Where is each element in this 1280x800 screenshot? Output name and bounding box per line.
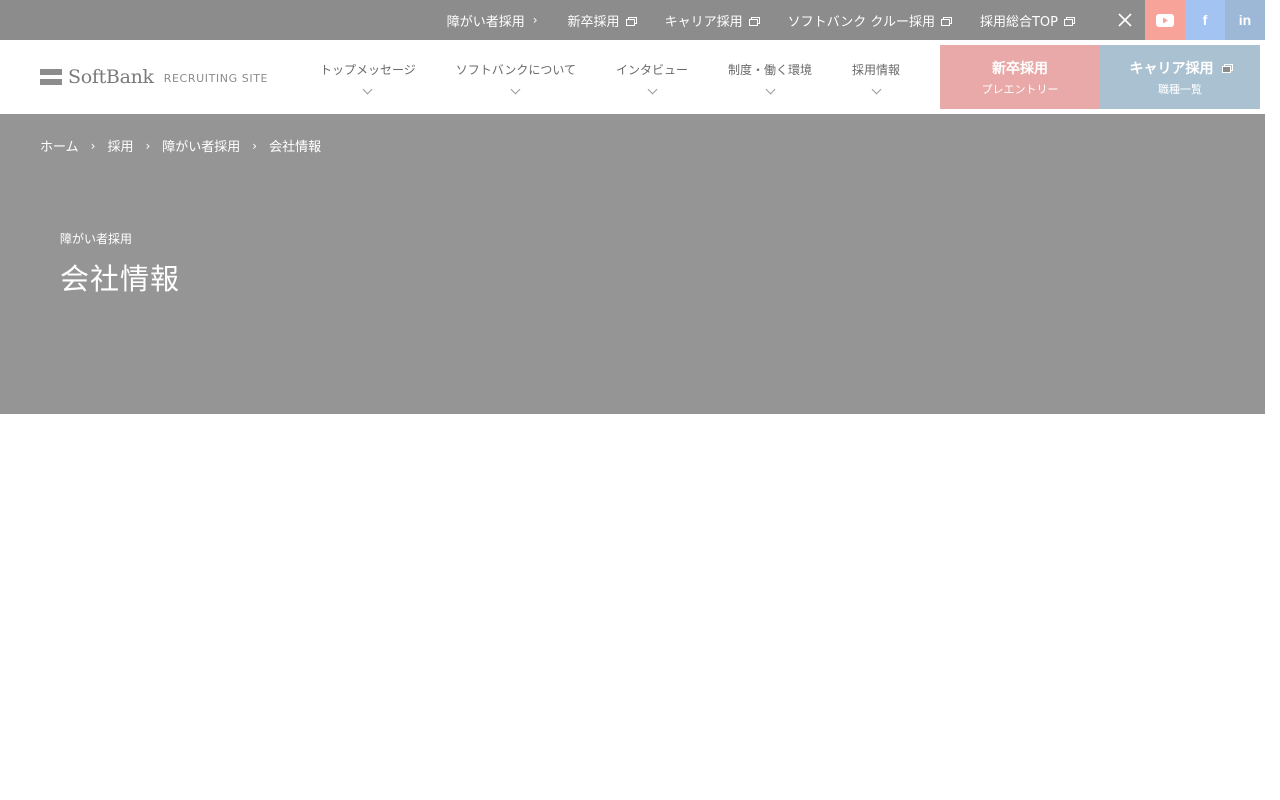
nav-label: トップメッセージ [320,63,416,77]
nav-interview[interactable]: インタビュー [596,40,708,114]
logo-subtitle: RECRUITING SITE [163,72,269,85]
link-disability-recruiting[interactable]: 障がい者採用 › [447,11,538,30]
external-link-icon [940,16,952,26]
breadcrumb: ホーム › 採用 › 障がい者採用 › 会社情報 [40,136,322,156]
facebook-button[interactable]: f [1185,0,1225,40]
top-utility-bar: 障がい者採用 › 新卒採用 キャリア採用 ソフトバンク クルー採用 採用総合TO… [0,0,1265,40]
chevron-right-icon: › [252,138,258,153]
youtube-icon [1156,13,1174,27]
breadcrumb-home[interactable]: ホーム [40,136,79,155]
link-recruiting-top[interactable]: 採用総合TOP [979,11,1075,30]
linkedin-icon: in [1238,12,1252,28]
softbank-logo-icon [40,69,62,85]
nav-about-softbank[interactable]: ソフトバンクについて [436,40,596,114]
chevron-down-icon [362,84,373,95]
external-link-icon [625,16,637,26]
nav-label: 採用情報 [852,63,901,77]
page-hero: ホーム › 採用 › 障がい者採用 › 会社情報 障がい者採用 会社情報 [0,114,1265,414]
link-label: 新卒採用 [567,14,620,30]
youtube-button[interactable] [1145,0,1185,40]
breadcrumb-current: 会社情報 [269,140,322,155]
logo-text: SoftBank [68,66,154,88]
breadcrumb-disability-recruiting[interactable]: 障がい者採用 [162,136,240,155]
cta-main-label: キャリア採用 [1129,60,1214,77]
link-label: 障がい者採用 [446,14,525,30]
nav-label: インタビュー [616,63,689,77]
link-label: ソフトバンク クルー採用 [787,14,935,30]
career-jobs-button[interactable]: キャリア採用 職種一覧 [1100,45,1260,109]
external-link-icon [748,16,760,26]
utility-links: 障がい者採用 › 新卒採用 キャリア採用 ソフトバンク クルー採用 採用総合TO… [447,0,1075,40]
page-category: 障がい者採用 [60,232,133,246]
nav-recruiting-info[interactable]: 採用情報 [832,40,920,114]
nav-label: ソフトバンクについて [455,63,577,77]
x-button[interactable] [1105,0,1145,40]
cta-main-label: 新卒採用 [992,60,1048,77]
site-logo[interactable]: SoftBank RECRUITING SITE [40,66,268,88]
global-nav: トップメッセージ ソフトバンクについて インタビュー 制度・働く環境 採用情報 [300,40,920,114]
cta-main-row: キャリア採用 [1129,58,1233,78]
chevron-right-icon: › [145,138,151,153]
scrollbar[interactable] [1265,0,1280,800]
nav-label: 制度・働く環境 [728,63,813,77]
x-icon [1118,13,1132,27]
chevron-down-icon [765,84,775,95]
page-title: 会社情報 [60,262,181,296]
chevron-right-icon: › [90,138,96,153]
cta-sub-label: 職種一覧 [1158,82,1202,96]
chevron-down-icon [510,84,521,95]
chevron-down-icon [647,84,657,95]
global-header: SoftBank RECRUITING SITE トップメッセージ ソフトバンク… [0,40,1265,114]
linkedin-button[interactable]: in [1225,0,1265,40]
social-links: f in [1105,0,1265,40]
link-label: キャリア採用 [664,14,743,30]
facebook-icon: f [1202,12,1208,28]
cta-sub-label: プレエントリー [981,82,1059,96]
nav-top-message[interactable]: トップメッセージ [300,40,436,114]
external-link-icon [1064,16,1075,26]
new-graduate-entry-button[interactable]: 新卒採用 プレエントリー [940,45,1100,109]
nav-work-environment[interactable]: 制度・働く環境 [708,40,832,114]
chevron-right-icon: › [532,13,538,27]
external-link-icon [1221,64,1233,73]
link-new-graduate[interactable]: 新卒採用 [567,11,637,30]
link-career[interactable]: キャリア採用 [664,11,760,30]
chevron-down-icon [871,84,881,95]
link-crew[interactable]: ソフトバンク クルー採用 [787,11,952,30]
link-label: 採用総合TOP [979,14,1058,30]
breadcrumb-recruiting[interactable]: 採用 [107,136,133,155]
